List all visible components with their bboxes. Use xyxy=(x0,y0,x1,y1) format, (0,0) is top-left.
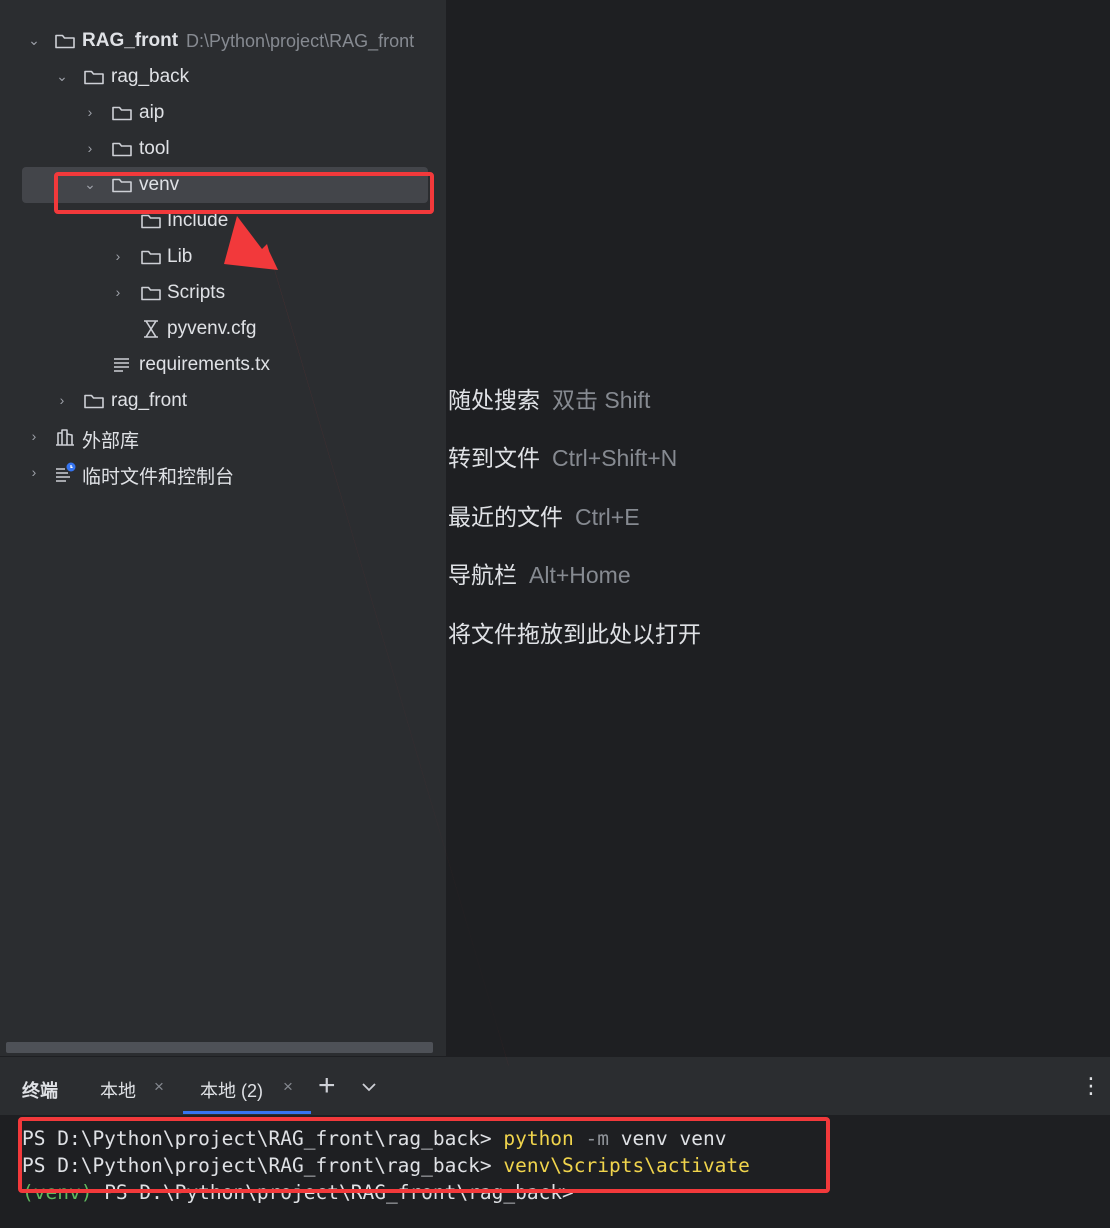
folder-icon xyxy=(141,250,161,265)
annotation-box-commands xyxy=(18,1117,830,1193)
chevron-right-icon[interactable]: › xyxy=(84,141,96,155)
tree-item-label: tool xyxy=(139,138,170,159)
tree-item-lib[interactable]: › Lib xyxy=(0,239,446,275)
active-tab-indicator xyxy=(183,1111,311,1114)
hint-recent-files: 最近的文件 Ctrl+E xyxy=(448,504,640,530)
chevron-right-icon[interactable]: › xyxy=(112,249,124,263)
tree-item-label: aip xyxy=(139,102,165,123)
tree-item-label: Scripts xyxy=(167,282,226,303)
tree-item-scratches[interactable]: › 临时文件和控制台 xyxy=(0,455,446,491)
project-tool-window: ⌄ RAG_front D:\Python\project\RAG_front … xyxy=(0,0,446,1056)
folder-icon xyxy=(84,394,104,409)
folder-icon xyxy=(84,70,104,85)
terminal-toolbar: 终端 本地 × 本地 (2) × + ⋮ xyxy=(0,1057,1110,1115)
more-options-icon[interactable]: ⋮ xyxy=(1080,1073,1102,1099)
project-path: D:\Python\project\RAG_front xyxy=(186,31,415,51)
chevron-down-icon[interactable]: ⌄ xyxy=(28,33,40,47)
hint-goto-file: 转到文件 Ctrl+Shift+N xyxy=(448,445,678,471)
tree-item-label: rag_front xyxy=(111,390,188,411)
tree-item-pyvenv-cfg[interactable]: pyvenv.cfg xyxy=(0,311,446,347)
tree-item-root[interactable]: ⌄ RAG_front D:\Python\project\RAG_front xyxy=(0,23,446,59)
text-file-icon xyxy=(114,358,129,372)
tree-item-label: pyvenv.cfg xyxy=(167,318,257,339)
tree-item-tool[interactable]: › tool xyxy=(0,131,446,167)
folder-icon xyxy=(141,286,161,301)
chevron-right-icon[interactable]: › xyxy=(84,105,96,119)
config-file-icon xyxy=(144,320,158,338)
horizontal-scrollbar[interactable] xyxy=(6,1042,433,1053)
tree-item-aip[interactable]: › aip xyxy=(0,95,446,131)
library-icon xyxy=(56,429,74,446)
close-icon[interactable]: × xyxy=(154,1077,164,1097)
tree-item-requirements[interactable]: requirements.tx xyxy=(0,347,446,383)
tree-item-rag-front[interactable]: › rag_front xyxy=(0,383,446,419)
add-tab-button[interactable]: + xyxy=(318,1069,336,1103)
terminal-title: 终端 xyxy=(22,1081,58,1101)
chevron-right-icon[interactable]: › xyxy=(112,285,124,299)
folder-icon xyxy=(55,34,75,49)
tree-item-scripts[interactable]: › Scripts xyxy=(0,275,446,311)
tree-item-label: rag_back xyxy=(111,66,190,87)
tree-item-label: 临时文件和控制台 xyxy=(82,467,235,488)
tree-item-label: Lib xyxy=(167,246,193,267)
hint-search-everywhere: 随处搜索 双击 Shift xyxy=(448,387,651,413)
tab-local[interactable]: 本地 xyxy=(100,1077,136,1103)
chevron-right-icon[interactable]: › xyxy=(56,393,68,407)
hint-navigation-bar: 导航栏 Alt+Home xyxy=(448,562,631,588)
tree-item-label: requirements.tx xyxy=(139,354,270,375)
chevron-down-icon[interactable] xyxy=(361,1081,377,1093)
folder-icon xyxy=(112,142,132,157)
tree-item-label: 外部库 xyxy=(82,431,140,452)
scratches-icon xyxy=(56,462,76,482)
tree-item-rag-back[interactable]: ⌄ rag_back xyxy=(0,59,446,95)
folder-icon xyxy=(112,106,132,121)
chevron-right-icon[interactable]: › xyxy=(28,465,40,479)
hint-drop-files: 将文件拖放到此处以打开 xyxy=(448,621,701,647)
chevron-right-icon[interactable]: › xyxy=(28,429,40,443)
tab-local-2[interactable]: 本地 (2) xyxy=(200,1077,263,1103)
annotation-box-venv xyxy=(54,172,434,214)
tree-item-label: RAG_front xyxy=(82,30,179,51)
close-icon[interactable]: × xyxy=(283,1077,293,1097)
chevron-down-icon[interactable]: ⌄ xyxy=(56,69,68,83)
tree-item-external-libraries[interactable]: › 外部库 xyxy=(0,419,446,455)
